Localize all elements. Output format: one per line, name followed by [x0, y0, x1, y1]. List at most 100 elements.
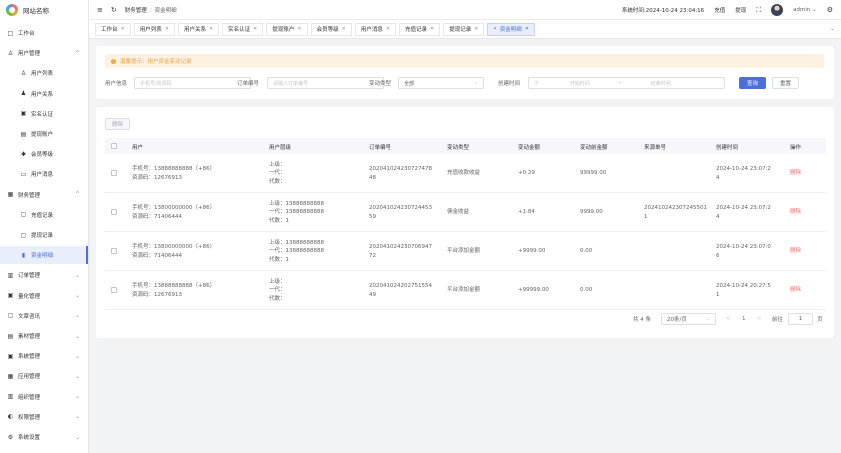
row-checkbox[interactable] — [111, 287, 117, 293]
close-icon[interactable]: ✕ — [209, 26, 213, 32]
close-icon[interactable]: ✕ — [253, 26, 257, 32]
sidebar-item-2[interactable]: ♙ 用户列表 — [0, 64, 88, 82]
close-icon[interactable]: ✕ — [342, 26, 346, 32]
cell-source-line: 202410242307245501 — [644, 205, 707, 211]
delete-link-line[interactable]: 删除 — [790, 247, 801, 256]
cell-order-no-line: 202041024230727478 — [369, 166, 432, 172]
prev-page-button[interactable]: < — [726, 313, 731, 325]
delete-link-line[interactable]: 删除 — [790, 286, 801, 295]
tabs-dropdown-icon[interactable]: ⌄ — [830, 25, 835, 32]
sidebar-item-3[interactable]: ♟ 用户关系 — [0, 85, 88, 103]
tab-2[interactable]: 用户关系 ✕ — [177, 22, 220, 36]
sidebar-item-12[interactable]: ▥ 订单管理 ⌄ — [0, 266, 88, 284]
table-row: 手机号：13800000000（+86） 资源码：71406444 上级：13888… — [105, 232, 826, 271]
cell-user-line: 手机号：13888888888（+86） — [132, 166, 216, 172]
cell-type-line: 充值收款收益 — [447, 170, 481, 177]
sidebar-item-17[interactable]: ▦ 应用管理 ⌄ — [0, 367, 88, 385]
recharge-link[interactable]: 充值 — [714, 6, 725, 14]
sidebar-item-6[interactable]: ✱ 会员等级 — [0, 145, 88, 163]
select-all-checkbox[interactable] — [111, 143, 117, 149]
breadcrumb-item[interactable]: 财务管理 — [125, 8, 147, 14]
close-icon[interactable]: ✕ — [121, 26, 125, 32]
change-type-select[interactable]: 全部 ⌄ — [398, 77, 484, 89]
goto-page-input[interactable]: 1 — [788, 313, 813, 325]
tab-label: 用户关系 — [183, 27, 206, 33]
tab-9[interactable]: • 资金明细 ✕ — [487, 22, 535, 36]
sidebar-item-16[interactable]: ▣ 系统管理 ⌄ — [0, 347, 88, 365]
cell-type: 佣金收益 — [447, 208, 469, 217]
row-checkbox[interactable] — [111, 170, 117, 176]
cell-type-line: 佣金收益 — [447, 209, 470, 216]
page-number-1[interactable]: 1 — [742, 313, 746, 325]
cell-time-line: 2024-10-24 23:07:2 — [716, 166, 771, 172]
tab-7[interactable]: 充值记录 ✕ — [399, 22, 441, 36]
sidebar-item-11[interactable]: ▮ 资金明细 — [0, 246, 88, 265]
sidebar-item-18[interactable]: ▥ 组织管理 ⌄ — [0, 388, 88, 406]
tab-8[interactable]: 提现记录 ✕ — [443, 22, 485, 36]
delete-link[interactable]: 删除 — [790, 208, 801, 217]
sidebar-item-19[interactable]: ◐ 权限管理 ⌄ — [0, 408, 88, 426]
end-date[interactable]: 结束时间 — [633, 80, 688, 87]
cell-level-line: 一代： — [269, 287, 286, 294]
sidebar-item-1[interactable]: ♙ 用户管理 ^ — [0, 44, 88, 62]
sidebar-item-4[interactable]: ▣ 实名认证 — [0, 105, 88, 123]
close-icon[interactable]: ✕ — [430, 26, 434, 32]
reset-button[interactable]: 重置 — [772, 77, 799, 89]
tab-1[interactable]: 用户列表 ✕ — [133, 22, 175, 36]
date-range-picker[interactable]: ◷ 开始时间 - 结束时间 — [528, 77, 725, 89]
tab-4[interactable]: 提现账户 ✕ — [266, 22, 308, 36]
delete-link-line[interactable]: 删除 — [790, 169, 801, 178]
close-icon[interactable]: ✕ — [474, 26, 478, 32]
user-menu[interactable]: admin ⌄ — [793, 7, 817, 13]
avatar[interactable] — [771, 4, 784, 16]
tab-5[interactable]: 会员等级 ✕ — [310, 22, 352, 36]
close-icon[interactable]: ✕ — [386, 26, 390, 32]
cell-time: 2024-10-24 23:07:2 4 — [716, 165, 771, 182]
tab-3[interactable]: 实名认证 ✕ — [222, 22, 264, 36]
row-checkbox[interactable] — [111, 209, 117, 215]
article-icon: ▢ — [7, 312, 14, 320]
message-icon: ▭ — [20, 170, 27, 178]
sidebar-item-15[interactable]: ▤ 素材管理 ⌄ — [0, 327, 88, 345]
row-checkbox[interactable] — [111, 248, 117, 254]
cell-level-line: 一代：13888888888 — [269, 209, 324, 216]
next-page-button[interactable]: > — [757, 313, 762, 325]
refresh-icon[interactable]: ↻ — [111, 6, 117, 14]
close-icon[interactable]: ✕ — [165, 26, 169, 32]
sidebar-item-8[interactable]: ▦ 财务管理 ^ — [0, 186, 88, 204]
idcard-icon: ▣ — [20, 110, 27, 118]
fullscreen-icon[interactable]: ⛶ — [756, 6, 761, 15]
delete-link[interactable]: 删除 — [790, 169, 801, 178]
cell-level: 上级： 一代： 代数： — [269, 278, 286, 304]
sidebar-item-7[interactable]: ▭ 用户消息 — [0, 165, 88, 183]
search-button[interactable]: 查询 — [739, 77, 766, 89]
delete-link-line[interactable]: 删除 — [790, 208, 801, 217]
sidebar-item-13[interactable]: ▣ 量化管理 ⌄ — [0, 287, 88, 305]
sidebar-item-5[interactable]: ▤ 提现账户 — [0, 125, 88, 143]
page-size-select[interactable]: 20条/页 ⌄ — [661, 313, 716, 325]
delete-link[interactable]: 删除 — [790, 247, 801, 256]
menu-toggle-icon[interactable]: ≡ — [97, 6, 103, 14]
user-icon: ♙ — [7, 49, 14, 57]
user-info-input[interactable]: 手机号/资源码 — [134, 77, 251, 89]
settings-gear-icon[interactable]: ⚙ — [827, 6, 833, 14]
order-no-input[interactable]: 请输入订单编号 — [267, 77, 384, 89]
delete-link[interactable]: 删除 — [790, 286, 801, 295]
sidebar-item-9[interactable]: ▢ 充值记录 — [0, 206, 88, 224]
sidebar-item-14[interactable]: ▢ 文章咨讯 ⌄ — [0, 307, 88, 325]
sidebar-item-20[interactable]: ⚙ 系统设置 ⌄ — [0, 428, 88, 446]
close-icon[interactable]: ✕ — [297, 26, 301, 32]
chevron-down-icon: ⌄ — [74, 352, 80, 360]
withdraw-link[interactable]: 提现 — [735, 6, 746, 14]
info-icon: ! — [111, 58, 116, 64]
sidebar-item-0[interactable]: □ 工作台 — [0, 24, 88, 42]
cell-time-line: 1 — [716, 291, 720, 298]
cell-type-line: 平台添加金额 — [447, 287, 481, 294]
cell-order-no-line: 49 — [369, 291, 376, 298]
tab-0[interactable]: 工作台 ✕ — [95, 22, 131, 36]
start-date[interactable]: 开始时间 — [552, 80, 607, 87]
tab-6[interactable]: 用户消息 ✕ — [354, 22, 397, 36]
sidebar-item-10[interactable]: ▢ 提现记录 — [0, 226, 88, 244]
batch-delete-button[interactable]: 删除 — [105, 118, 130, 130]
close-icon[interactable]: ✕ — [525, 26, 529, 32]
